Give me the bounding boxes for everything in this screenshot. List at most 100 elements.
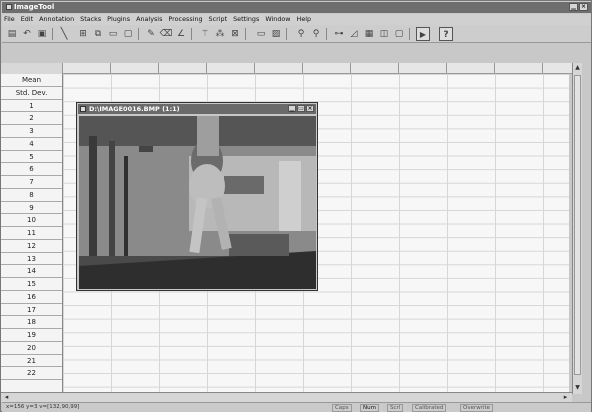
- image-maximize-button[interactable]: ▭: [297, 105, 305, 112]
- spray-icon[interactable]: ⁂: [213, 27, 227, 41]
- line-tool-icon[interactable]: ╲: [57, 27, 71, 41]
- row-label[interactable]: 10: [1, 214, 62, 227]
- menu-file[interactable]: File: [4, 14, 15, 25]
- scroll-left-arrow-icon[interactable]: ◂: [2, 393, 11, 402]
- row-label[interactable]: 19: [1, 329, 62, 342]
- pencil-icon[interactable]: ✎: [144, 27, 158, 41]
- image-close-button[interactable]: ×: [306, 105, 314, 112]
- row-header: Mean Std. Dev. 1 2 3 4 5 6 7 8 9 10 11 1…: [1, 74, 63, 392]
- row-label[interactable]: 5: [1, 151, 62, 164]
- menu-plugins[interactable]: Plugins: [107, 14, 130, 25]
- row-label[interactable]: 18: [1, 316, 62, 329]
- image-window[interactable]: D:\IMAGE0016.BMP (1:1) ▁ ▭ ×: [76, 102, 318, 291]
- help-button[interactable]: ?: [439, 27, 453, 41]
- row-label[interactable]: 9: [1, 202, 62, 215]
- row-label-mean[interactable]: Mean: [1, 74, 62, 87]
- column-header-cell[interactable]: [351, 63, 399, 74]
- row-label[interactable]: 13: [1, 253, 62, 266]
- angle-icon[interactable]: ∠: [174, 27, 188, 41]
- blank-icon[interactable]: ▢: [121, 27, 135, 41]
- row-label[interactable]: 11: [1, 227, 62, 240]
- wand-icon[interactable]: ⚚: [198, 27, 212, 41]
- column-header-cell[interactable]: [63, 63, 111, 74]
- row-label[interactable]: 3: [1, 125, 62, 138]
- menu-script[interactable]: Script: [209, 14, 228, 25]
- row-label[interactable]: 1: [1, 100, 62, 113]
- picture-icon[interactable]: ▨: [269, 27, 283, 41]
- print-icon[interactable]: ▣: [35, 27, 49, 41]
- column-header-cell[interactable]: [207, 63, 255, 74]
- play-icon[interactable]: ▶: [416, 27, 430, 41]
- link-icon[interactable]: ⊶: [332, 27, 346, 41]
- status-coordinates: x=156 y=3 v=[132,90,99]: [6, 404, 80, 410]
- row-label[interactable]: 7: [1, 176, 62, 189]
- erase-icon[interactable]: ⌫: [159, 27, 173, 41]
- column-header-cell[interactable]: [111, 63, 159, 74]
- image-minimize-button[interactable]: ▁: [288, 105, 296, 112]
- row-label[interactable]: 21: [1, 355, 62, 368]
- paste-icon[interactable]: ▭: [106, 27, 120, 41]
- title-bar: ImageTool ▁ ×: [2, 2, 591, 13]
- treadmill-photo-graphic: [79, 116, 316, 289]
- close-button[interactable]: ×: [579, 3, 588, 11]
- copy-icon[interactable]: ⧉: [91, 27, 105, 41]
- status-bar: x=156 y=3 v=[132,90,99] Caps Num Scrl Ca…: [2, 402, 591, 412]
- row-label[interactable]: 8: [1, 189, 62, 202]
- status-num: Num: [360, 404, 379, 412]
- horizontal-scrollbar[interactable]: ◂ ▸: [1, 392, 572, 402]
- menu-settings[interactable]: Settings: [233, 14, 259, 25]
- toolbar: ▤ ↶ ▣ ╲ ⊞ ⧉ ▭ ▢ ✎ ⌫ ∠ ⚚ ⁂ ⊠ ▭ ▨ ⚲ ⚲ ⊶ ◿ …: [2, 25, 591, 43]
- menu-analysis[interactable]: Analysis: [136, 14, 162, 25]
- frame-icon[interactable]: ▢: [392, 27, 406, 41]
- layers-icon[interactable]: ◫: [377, 27, 391, 41]
- measure-icon[interactable]: ◿: [347, 27, 361, 41]
- app-icon: [6, 4, 12, 10]
- zoom-in-icon[interactable]: ⚲: [294, 27, 308, 41]
- text-icon[interactable]: ▭: [254, 27, 268, 41]
- menu-processing[interactable]: Processing: [168, 14, 202, 25]
- column-header: [1, 63, 573, 74]
- grid-icon[interactable]: ⊠: [228, 27, 242, 41]
- scroll-right-arrow-icon[interactable]: ▸: [561, 393, 570, 402]
- image-window-title-bar[interactable]: D:\IMAGE0016.BMP (1:1) ▁ ▭ ×: [78, 104, 316, 114]
- zoom-out-icon[interactable]: ⚲: [309, 27, 323, 41]
- scroll-down-arrow-icon[interactable]: ▼: [574, 384, 581, 392]
- menu-help[interactable]: Help: [297, 14, 312, 25]
- minimize-button[interactable]: ▁: [569, 3, 578, 11]
- application-window: ImageTool ▁ × File Edit Annotation Stack…: [0, 0, 592, 412]
- column-header-cell[interactable]: [159, 63, 207, 74]
- column-header-cell[interactable]: [303, 63, 351, 74]
- column-header-cell[interactable]: [495, 63, 543, 74]
- row-label[interactable]: 17: [1, 304, 62, 317]
- overlay-icon[interactable]: ▦: [362, 27, 376, 41]
- status-calibrated: Calibrated: [412, 404, 447, 412]
- row-label-std-dev[interactable]: Std. Dev.: [1, 87, 62, 100]
- undo-icon[interactable]: ↶: [20, 27, 34, 41]
- row-label[interactable]: 14: [1, 265, 62, 278]
- status-scrl: Scrl: [387, 404, 404, 412]
- treadmill-photo[interactable]: [79, 116, 316, 289]
- scroll-up-arrow-icon[interactable]: ▲: [574, 64, 581, 72]
- menu-bar: File Edit Annotation Stacks Plugins Anal…: [2, 14, 591, 25]
- menu-edit[interactable]: Edit: [21, 14, 33, 25]
- row-label[interactable]: 16: [1, 291, 62, 304]
- row-label[interactable]: 6: [1, 163, 62, 176]
- row-label[interactable]: 15: [1, 278, 62, 291]
- rect-select-icon[interactable]: ⊞: [76, 27, 90, 41]
- image-window-icon: [80, 106, 86, 112]
- row-label[interactable]: 2: [1, 112, 62, 125]
- menu-window[interactable]: Window: [265, 14, 290, 25]
- column-header-cell[interactable]: [399, 63, 447, 74]
- menu-annotation[interactable]: Annotation: [39, 14, 74, 25]
- column-header-cell[interactable]: [255, 63, 303, 74]
- row-label[interactable]: 12: [1, 240, 62, 253]
- open-icon[interactable]: ▤: [5, 27, 19, 41]
- menu-stacks[interactable]: Stacks: [80, 14, 101, 25]
- row-label[interactable]: 20: [1, 342, 62, 355]
- row-label[interactable]: 4: [1, 138, 62, 151]
- column-header-cell[interactable]: [447, 63, 495, 74]
- status-caps: Caps: [332, 404, 352, 412]
- vertical-scrollbar[interactable]: ▲ ▼: [572, 63, 582, 394]
- scroll-thumb[interactable]: [574, 75, 581, 375]
- row-label[interactable]: 22: [1, 367, 62, 380]
